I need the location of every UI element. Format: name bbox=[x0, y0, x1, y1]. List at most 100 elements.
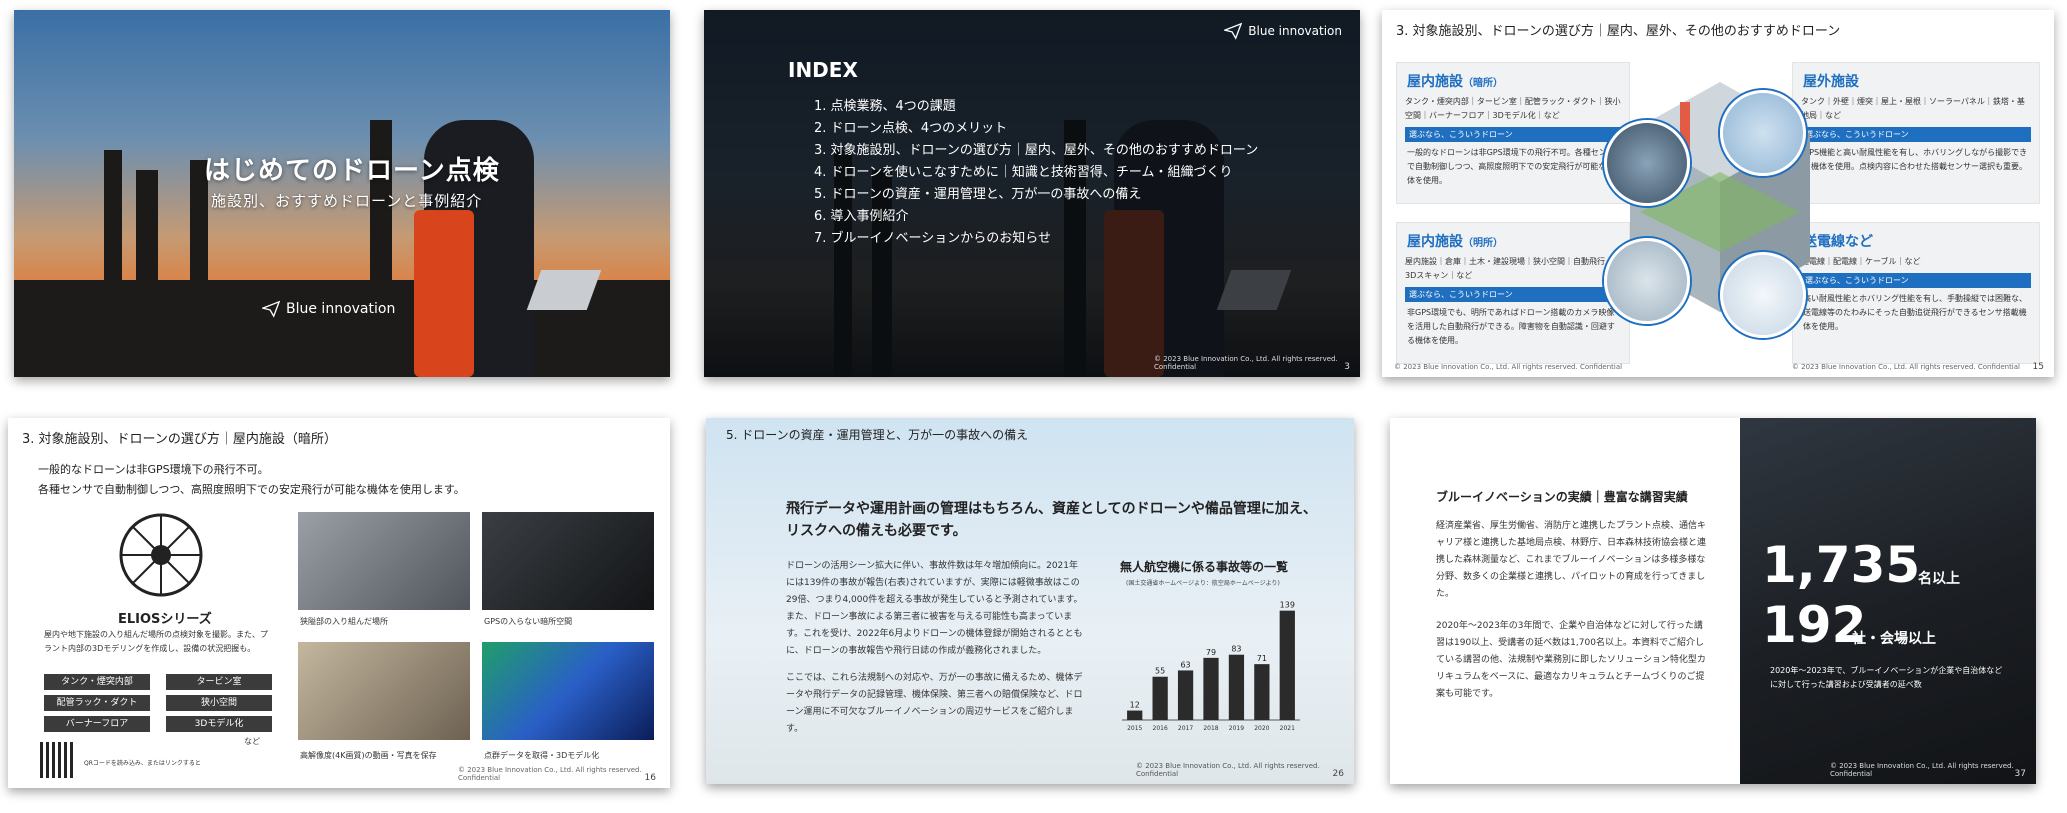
page-number: 26 bbox=[1332, 769, 1344, 779]
chart-value-label: 79 bbox=[1206, 648, 1216, 657]
index-item[interactable]: 6. 導入事例紹介 bbox=[814, 206, 1258, 228]
qr-text: QRコードを読み込み、またはリンクすると bbox=[84, 760, 201, 767]
slide-indoor-dark[interactable]: 3. 対象施設別、ドローンの選び方｜屋内施設（暗所） 一般的なドローンは非GPS… bbox=[8, 418, 670, 788]
photo-caption: 狭隘部の入り組んだ場所 bbox=[300, 617, 388, 626]
chart-bar bbox=[1127, 710, 1143, 720]
slide-drone-selection[interactable]: 3. 対象施設別、ドローンの選び方｜屋内、屋外、その他のおすすめドローン 屋内施… bbox=[1382, 10, 2054, 377]
chart-value-label: 71 bbox=[1257, 654, 1267, 663]
lead-line: 飛行データや運用計画の管理はもちろん、資産としてのドローンや備品管理に加え、 bbox=[786, 501, 1317, 517]
chart-value-label: 12 bbox=[1130, 701, 1140, 710]
photo-circle-indoor bbox=[1604, 120, 1690, 206]
photo-caption: 点群データを取得・3Dモデル化 bbox=[484, 751, 600, 760]
cover-title: はじめてのドローン点検 bbox=[204, 156, 500, 186]
slide-header: 3. 対象施設別、ドローンの選び方｜屋内施設（暗所） bbox=[22, 432, 337, 447]
card-title-sub: （明所） bbox=[1463, 238, 1503, 249]
copyright: © 2023 Blue Innovation Co., Ltd. All rig… bbox=[1394, 363, 1623, 371]
index-item[interactable]: 5. ドローンの資産・運用管理と、万が一の事故への備え bbox=[814, 184, 1258, 206]
body-paragraph: 2020年～2023年の3年間で、企業や自治体などに対して行った講習は190以上… bbox=[1436, 621, 1706, 699]
chart-value-label: 83 bbox=[1231, 645, 1241, 654]
card-bar: 選ぶなら、こういうドローン bbox=[1801, 273, 2031, 288]
slide-lead: 一般的なドローンは非GPS環境下の飛行不可。 各種センサで自動制御しつつ、高照度… bbox=[38, 460, 465, 500]
lead-line: 一般的なドローンは非GPS環境下の飛行不可。 bbox=[38, 463, 269, 476]
photo-narrow-area bbox=[298, 512, 470, 610]
slide-index[interactable]: Blue innovation INDEX 1. 点検業務、4つの課題 2. ド… bbox=[704, 10, 1360, 377]
copyright: © 2023 Blue Innovation Co., Ltd. All rig… bbox=[1154, 355, 1338, 371]
card-bar: 選ぶなら、こういうドローン bbox=[1405, 287, 1621, 302]
tag-button[interactable]: タンク・煙突内部 bbox=[44, 674, 150, 690]
card-desc: 一般的なドローンは非GPS環境下の飛行不可。各種センサで自動制御しつつ、高照度照… bbox=[1407, 148, 1615, 185]
card-desc: 非GPS環境でも、明所であればドローン搭載のカメラ映像を活用した自動飛行ができる… bbox=[1407, 308, 1615, 345]
tag-button[interactable]: 狭小空間 bbox=[166, 695, 272, 711]
card-indoor-bright: 屋内施設（明所） 屋内施設｜倉庫｜土木・建設現場｜狭小空間｜自動飛行｜3Dスキャ… bbox=[1396, 222, 1630, 364]
chart-bar bbox=[1254, 664, 1270, 720]
stat-trainees: 1,735 bbox=[1762, 536, 1921, 594]
index-item[interactable]: 4. ドローンを使いこなすために｜知識と技術習得、チーム・組織づくり bbox=[814, 162, 1258, 184]
page-number: 37 bbox=[2014, 769, 2026, 779]
slide-training-record[interactable]: ブルーイノベーションの実績｜豊富な講習実績 経済産業省、厚生労働省、消防庁と連携… bbox=[1390, 418, 2036, 784]
card-bar: 選ぶなら、こういうドローン bbox=[1801, 127, 2031, 142]
slide-cover[interactable]: はじめてのドローン点検 施設別、おすすめドローンと事例紹介 Blue innov… bbox=[14, 10, 670, 377]
etc-label: など bbox=[244, 737, 260, 746]
index-item[interactable]: 1. 点検業務、4つの課題 bbox=[814, 96, 1258, 118]
stat-venues: 192 bbox=[1762, 596, 1867, 654]
safety-vest bbox=[414, 210, 474, 377]
index-item[interactable]: 3. 対象施設別、ドローンの選び方｜屋内、屋外、その他のおすすめドローン bbox=[814, 140, 1258, 162]
chart-tick-label: 2018 bbox=[1203, 725, 1218, 732]
copyright: © 2023 Blue Innovation Co., Ltd. All rig… bbox=[1830, 762, 2014, 778]
stat-trainees-unit: 名以上 bbox=[1918, 571, 1960, 587]
index-item[interactable]: 2. ドローン点検、4つのメリット bbox=[814, 118, 1258, 140]
chart-tick-label: 2019 bbox=[1229, 725, 1244, 732]
page-number: 3 bbox=[1344, 362, 1350, 372]
card-title-sub: （暗所） bbox=[1463, 78, 1503, 89]
photo-point-cloud bbox=[482, 642, 654, 740]
page-number: 15 bbox=[2032, 362, 2044, 372]
body-paragraph: ここでは、これら法規制への対応や、万が一の事故に備えるため、機体データや飛行デー… bbox=[786, 673, 1083, 734]
card-title: 屋内施設 bbox=[1407, 234, 1463, 250]
index-item[interactable]: 7. ブルーイノベーションからのお知らせ bbox=[814, 228, 1258, 250]
chart-tick-label: 2015 bbox=[1127, 725, 1142, 732]
stat-venues-unit: 社・会場以上 bbox=[1852, 631, 1936, 647]
body-text: ドローンの活用シーン拡大に伴い、事故件数は年々増加傾向に。2021年には139件… bbox=[786, 558, 1086, 738]
paper-plane-icon bbox=[1224, 22, 1243, 40]
tag-button[interactable]: 3Dモデル化 bbox=[166, 716, 272, 732]
photo-circle-drone bbox=[1604, 238, 1690, 324]
chart-value-label: 139 bbox=[1280, 601, 1295, 610]
chart-bar bbox=[1177, 670, 1194, 720]
copyright: © 2023 Blue Innovation Co., Ltd. All rig… bbox=[458, 766, 642, 782]
slide-asset-management[interactable]: 5. ドローンの資産・運用管理と、万が一の事故への備え 飛行データや運用計画の管… bbox=[706, 418, 1354, 784]
slide-lead: 飛行データや運用計画の管理はもちろん、資産としてのドローンや備品管理に加え、 リ… bbox=[786, 498, 1317, 542]
chart-value-label: 63 bbox=[1180, 660, 1190, 669]
photo-circle-drone-outdoor bbox=[1720, 90, 1806, 176]
chart-tick-label: 2016 bbox=[1153, 725, 1168, 732]
slide-header: 3. 対象施設別、ドローンの選び方｜屋内、屋外、その他のおすすめドローン bbox=[1396, 24, 1841, 39]
elios-drone-cage-icon bbox=[119, 513, 203, 597]
photo-4k-video bbox=[298, 642, 470, 740]
tag-button[interactable]: バーナーフロア bbox=[44, 716, 150, 732]
tag-button[interactable]: タービン室 bbox=[166, 674, 272, 690]
index-title: INDEX bbox=[788, 58, 858, 82]
chart-subtitle: (国土交通省ホームページより：航空局ホームページより) bbox=[1126, 580, 1280, 587]
chart-bar bbox=[1228, 654, 1245, 720]
body-paragraph: 経済産業省、厚生労働省、消防庁と連携したプラント点検、通信キャリア様と連携した基… bbox=[1436, 521, 1707, 599]
chart-bar bbox=[1152, 676, 1168, 720]
photo-caption: 高解像度(4K画質)の動画・写真を保存 bbox=[300, 751, 437, 760]
card-desc: GPS機能と高い耐風性能を有し、ホバリングしながら撮影できる機体を使用。点検内容… bbox=[1803, 148, 2028, 171]
card-outdoor: 屋外施設 タンク｜外壁｜煙突｜屋上・屋根｜ソーラーパネル｜鉄塔・基地局｜など 選… bbox=[1792, 62, 2040, 204]
copyright: © 2023 Blue Innovation Co., Ltd. All rig… bbox=[1136, 762, 1320, 778]
section-heading: ブルーイノベーションの実績｜豊富な講習実績 bbox=[1436, 490, 1688, 504]
accident-bar-chart: 12 2015 55 2016 63 2017 79 2018 83 2019 71 2020 139 2… bbox=[1122, 601, 1300, 732]
brand-name: Blue innovation bbox=[1248, 24, 1342, 38]
lead-line: 各種センサで自動制御しつつ、高照度照明下での安定飛行が可能な機体を使用します。 bbox=[38, 483, 465, 496]
card-tags: 送電線｜配電線｜ケーブル｜など bbox=[1801, 257, 1921, 266]
brand-name: Blue innovation bbox=[286, 301, 396, 317]
paper-plane-icon bbox=[262, 300, 280, 318]
page-number: 16 bbox=[644, 773, 656, 783]
chart-value-label: 55 bbox=[1155, 667, 1165, 676]
chart-tick-label: 2021 bbox=[1280, 725, 1295, 732]
brand-logo: Blue innovation bbox=[1224, 22, 1342, 40]
photo-circle-powerline bbox=[1720, 252, 1806, 338]
card-tags: 屋内施設｜倉庫｜土木・建設現場｜狭小空間｜自動飛行｜3Dスキャン｜など bbox=[1405, 257, 1613, 280]
slide-header: 5. ドローンの資産・運用管理と、万が一の事故への備え bbox=[726, 428, 1029, 442]
qr-code[interactable] bbox=[40, 742, 76, 778]
tag-button[interactable]: 配管ラック・ダクト bbox=[44, 695, 150, 711]
